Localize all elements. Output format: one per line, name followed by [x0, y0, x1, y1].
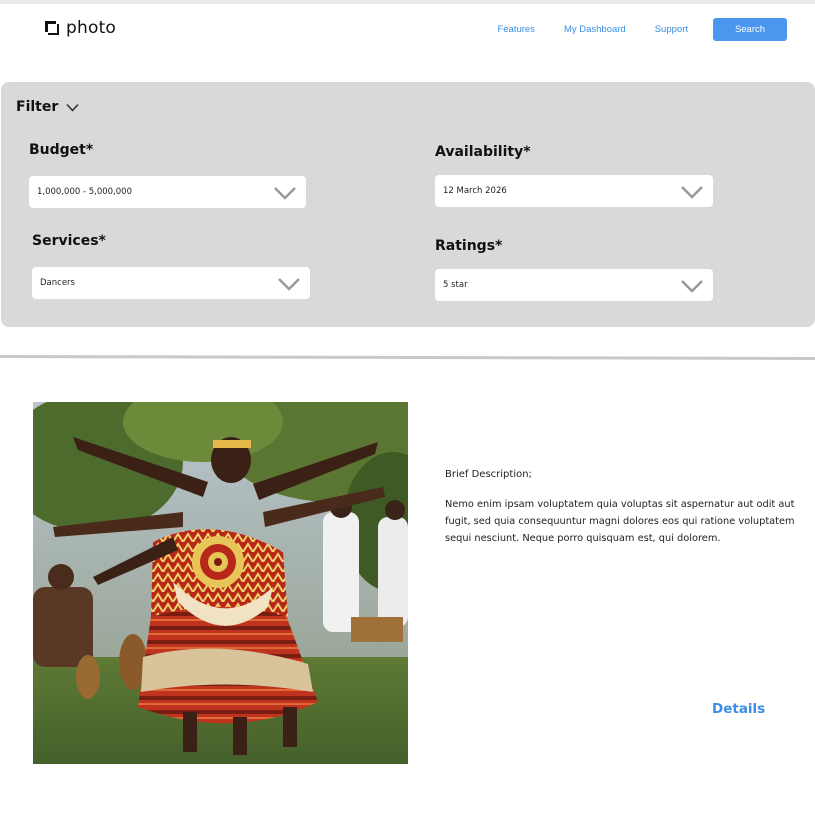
nav-link-support[interactable]: Support	[655, 24, 688, 35]
details-link[interactable]: Details	[712, 701, 765, 717]
chevron-down-icon	[681, 184, 703, 203]
ratings-label: Ratings*	[435, 238, 503, 254]
availability-value: 12 March 2026	[443, 186, 507, 196]
filter-toggle[interactable]: Filter	[16, 97, 79, 116]
top-nav: Features My Dashboard Support Search	[497, 18, 787, 41]
services-select[interactable]: Dancers	[32, 267, 310, 299]
chevron-down-icon	[274, 185, 296, 204]
logo[interactable]: photo	[45, 18, 116, 38]
listing-photo[interactable]	[33, 402, 408, 764]
chevron-down-icon	[278, 276, 300, 295]
ratings-select[interactable]: 5 star	[435, 269, 713, 301]
page: photo Features My Dashboard Support Sear…	[0, 0, 815, 820]
services-label: Services*	[32, 233, 106, 249]
ratings-value: 5 star	[443, 280, 468, 290]
logo-icon	[45, 21, 59, 35]
filter-panel: Filter Budget* 1,000,000 - 5,000,000 Ava…	[1, 82, 815, 327]
services-value: Dancers	[40, 278, 75, 288]
nav-link-dashboard[interactable]: My Dashboard	[564, 24, 626, 35]
nav-link-features[interactable]: Features	[497, 24, 535, 35]
logo-text: photo	[66, 18, 117, 38]
filter-title: Filter	[16, 98, 59, 115]
budget-label: Budget*	[29, 142, 94, 158]
section-divider	[0, 355, 815, 360]
availability-label: Availability*	[435, 144, 531, 160]
chevron-down-icon	[66, 97, 79, 116]
description-title: Brief Description;	[445, 469, 532, 480]
availability-select[interactable]: 12 March 2026	[435, 175, 713, 207]
budget-select[interactable]: 1,000,000 - 5,000,000	[29, 176, 306, 208]
budget-value: 1,000,000 - 5,000,000	[37, 187, 132, 197]
description-body: Nemo enim ipsam voluptatem quia voluptas…	[445, 499, 795, 544]
search-button[interactable]: Search	[713, 18, 787, 41]
chevron-down-icon	[681, 278, 703, 297]
dancer-photo-illustration	[33, 402, 408, 764]
top-strip	[0, 0, 815, 4]
